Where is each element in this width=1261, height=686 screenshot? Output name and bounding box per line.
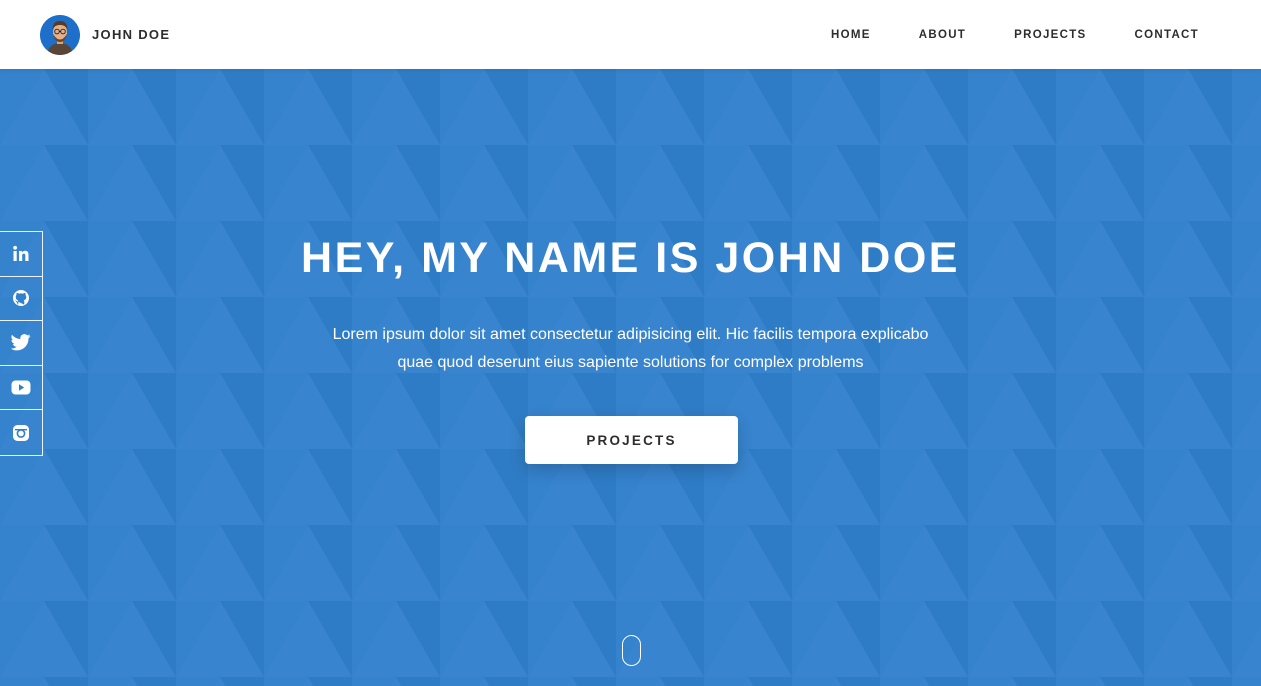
instagram-icon xyxy=(13,424,29,441)
hero-description-line-2: quae quod deserunt eius sapiente solutio… xyxy=(397,354,864,371)
hero-description: Lorem ipsum dolor sit amet consectetur a… xyxy=(301,321,961,377)
hero-description-line-1: Lorem ipsum dolor sit amet consectetur a… xyxy=(332,326,929,343)
twitter-link[interactable] xyxy=(0,321,42,366)
nav-about[interactable]: ABOUT xyxy=(919,29,966,41)
github-icon xyxy=(13,290,29,307)
linkedin-link[interactable] xyxy=(0,232,42,277)
github-link[interactable] xyxy=(0,277,42,322)
avatar xyxy=(40,14,80,55)
triangle-pattern-background xyxy=(0,69,1261,686)
nav-home[interactable]: HOME xyxy=(831,29,871,41)
nav-projects[interactable]: PROJECTS xyxy=(1014,29,1086,41)
social-sidebar xyxy=(0,231,43,456)
hero-section: HEY, MY NAME IS JOHN DOE Lorem ipsum dol… xyxy=(0,69,1261,686)
youtube-link[interactable] xyxy=(0,366,42,411)
projects-button[interactable]: PROJECTS xyxy=(525,416,738,464)
nav-contact[interactable]: CONTACT xyxy=(1135,29,1199,41)
youtube-icon xyxy=(11,380,31,395)
site-header: JOHN DOE HOME ABOUT PROJECTS CONTACT xyxy=(0,0,1261,69)
twitter-icon xyxy=(11,334,31,351)
brand-name: JOHN DOE xyxy=(92,27,171,42)
brand-link[interactable]: JOHN DOE xyxy=(40,14,171,55)
main-nav: HOME ABOUT PROJECTS CONTACT xyxy=(831,29,1199,41)
instagram-link[interactable] xyxy=(0,410,42,455)
scroll-down-indicator[interactable] xyxy=(622,635,641,666)
linkedin-icon xyxy=(13,245,29,261)
hero-title: HEY, MY NAME IS JOHN DOE xyxy=(301,234,960,282)
